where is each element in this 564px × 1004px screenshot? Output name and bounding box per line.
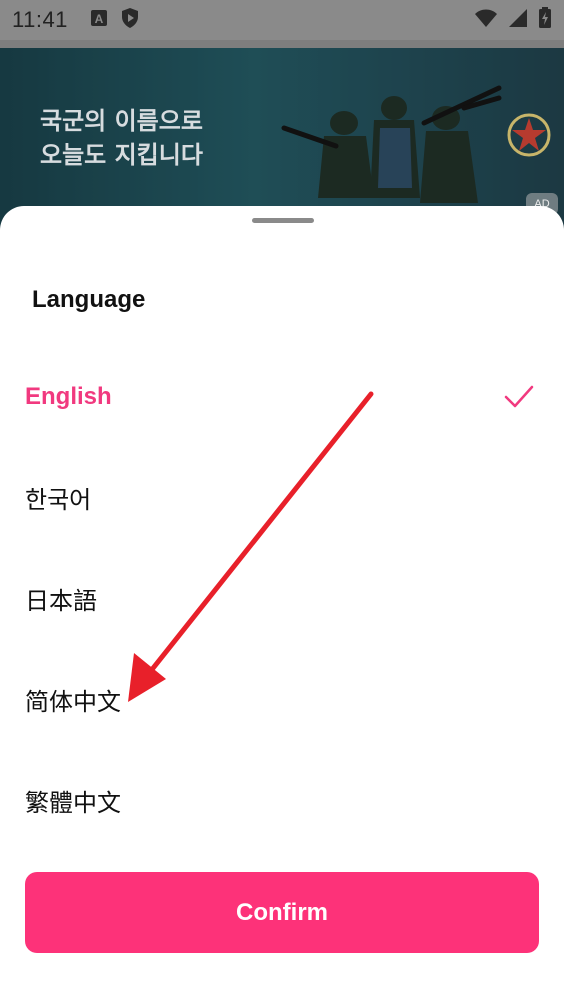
confirm-button[interactable]: Confirm — [25, 872, 539, 953]
sheet-title: Language — [32, 286, 146, 313]
status-right-icons — [474, 7, 552, 33]
ad-headline: 국군의 이름으로 오늘도 지킵니다 — [40, 104, 203, 172]
check-icon — [504, 385, 534, 407]
wifi-icon — [474, 8, 498, 32]
svg-text:A: A — [95, 12, 104, 26]
language-option-english[interactable]: English — [0, 346, 564, 447]
drag-handle[interactable] — [252, 218, 314, 223]
language-option-japanese[interactable]: 日本語 — [0, 548, 564, 649]
language-option-simplified-chinese[interactable]: 简体中文 — [0, 649, 564, 750]
battery-charging-icon — [538, 7, 552, 33]
a-box-icon: A — [90, 9, 108, 31]
signal-icon — [508, 8, 528, 32]
status-left-icons: A — [90, 7, 140, 33]
ad-banner[interactable]: 국군의 이름으로 오늘도 지킵니다 AD — [0, 48, 564, 228]
shield-play-icon — [120, 7, 140, 33]
status-time: 11:41 — [12, 7, 68, 32]
military-emblem-icon — [507, 113, 551, 157]
status-bar-divider — [0, 40, 564, 48]
soldiers-image — [281, 85, 502, 203]
language-label: 日本語 — [25, 587, 97, 615]
language-label: 한국어 — [25, 486, 92, 514]
language-bottom-sheet: Language English 한국어 日本語 简体中文 繁體中文 Confi… — [0, 206, 564, 1004]
language-label: English — [25, 382, 112, 410]
language-option-traditional-chinese[interactable]: 繁體中文 — [0, 750, 564, 851]
language-list: English 한국어 日本語 简体中文 繁體中文 — [0, 346, 564, 851]
status-bar: 11:41 A — [0, 0, 564, 40]
screen: 11:41 A 국군의 이름으로 오늘도 지킵니다 AD Language En… — [0, 0, 564, 1004]
ad-headline-line1: 국군의 이름으로 — [40, 107, 203, 135]
ad-headline-line2: 오늘도 지킵니다 — [40, 141, 203, 169]
language-label: 简体中文 — [25, 688, 121, 716]
language-option-korean[interactable]: 한국어 — [0, 447, 564, 548]
language-label: 繁體中文 — [25, 789, 121, 817]
